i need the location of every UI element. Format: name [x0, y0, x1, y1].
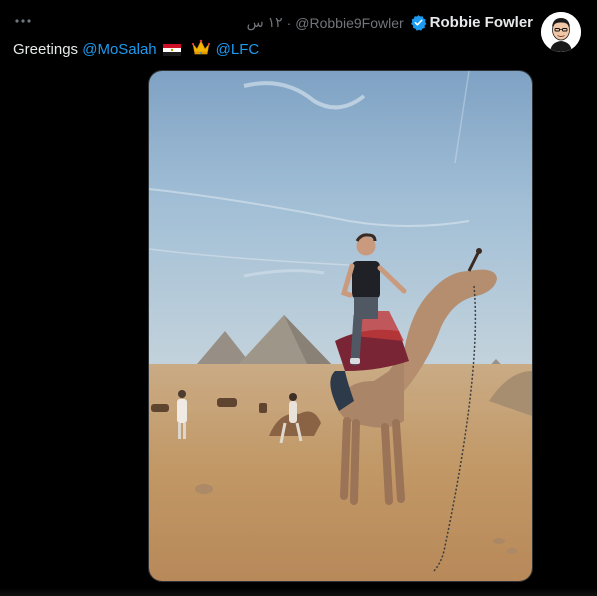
verified-badge-icon [410, 14, 427, 31]
tweet-photo[interactable] [148, 70, 533, 582]
tweet-header: ١٢ س · @Robbie9Fowler Robbie Fowler [247, 14, 533, 31]
more-options-button[interactable] [12, 12, 34, 30]
separator-dot: · [286, 14, 292, 31]
camel-photo-image [149, 71, 532, 581]
author-name[interactable]: Robbie Fowler [430, 14, 533, 31]
tweet-greeting: Greetings [13, 40, 79, 58]
egypt-flag-icon [162, 43, 181, 56]
author-handle[interactable]: @Robbie9Fowler [295, 15, 403, 31]
more-icon [15, 19, 31, 23]
author-avatar[interactable] [541, 12, 581, 52]
mention-lfc[interactable]: @LFC [216, 41, 260, 58]
mention-mosalah[interactable]: @MoSalah [82, 41, 156, 58]
tweet: ١٢ س · @Robbie9Fowler Robbie Fowler Gree… [0, 0, 597, 596]
tweet-timestamp[interactable]: ١٢ س [247, 14, 283, 31]
tweet-text: Greetings @MoSalah @LFC [13, 39, 259, 59]
bottom-divider [0, 588, 597, 596]
crown-icon [191, 39, 210, 59]
